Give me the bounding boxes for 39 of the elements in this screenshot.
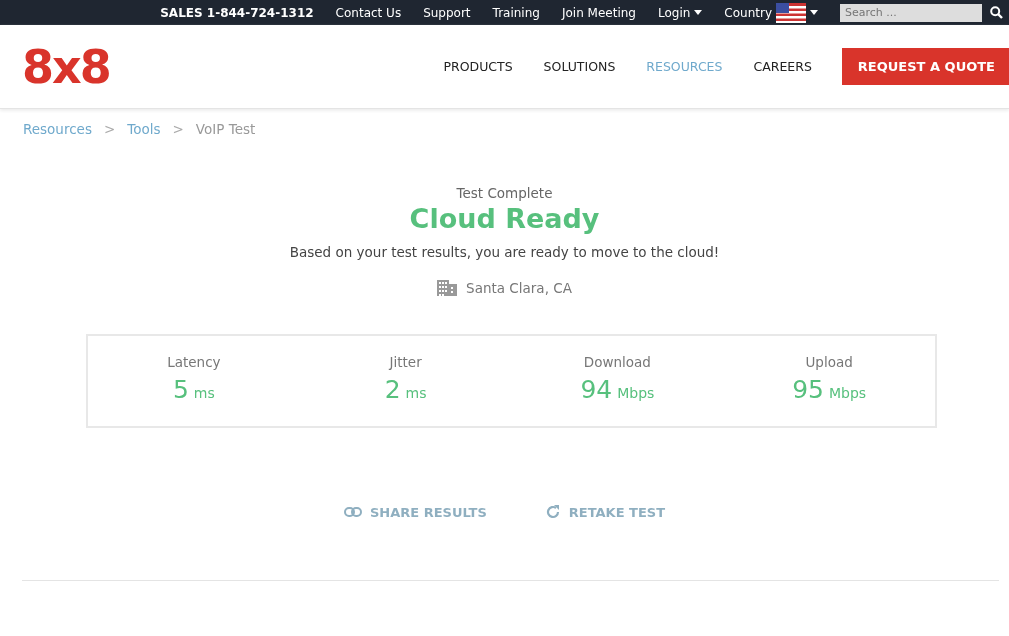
metric-unit: Mbps bbox=[617, 385, 655, 401]
building-icon bbox=[437, 280, 458, 296]
search-field[interactable]: Search ... bbox=[840, 3, 982, 22]
top-link[interactable]: Login bbox=[657, 5, 703, 20]
current-page-title: VoIP Test bbox=[195, 121, 256, 137]
request-quote-button[interactable]: REQUEST A QUOTE bbox=[841, 48, 1009, 85]
metric-value: 2 bbox=[384, 375, 401, 404]
logo[interactable]: 8x8 bbox=[22, 39, 110, 94]
top-link[interactable]: Contact Us bbox=[335, 5, 402, 20]
flag-icon bbox=[776, 2, 806, 23]
metric-unit: ms bbox=[193, 385, 215, 401]
metric-value: 5 bbox=[172, 375, 189, 404]
metric-unit: ms bbox=[405, 385, 427, 401]
metric-label: Latency bbox=[167, 354, 221, 370]
breadcrumb-separator: > bbox=[103, 121, 116, 137]
top-link[interactable]: Training bbox=[492, 5, 540, 20]
sales-phone: SALES 1-844-724-1312 bbox=[160, 5, 314, 20]
caret-icon bbox=[810, 10, 818, 15]
search-icon[interactable] bbox=[990, 6, 1003, 19]
nav-link[interactable]: SOLUTIONS bbox=[543, 59, 616, 74]
caret-icon bbox=[694, 10, 703, 15]
top-link[interactable]: Join Meeting bbox=[561, 5, 636, 20]
nav-link[interactable]: PRODUCTS bbox=[443, 59, 513, 74]
metric-unit: Mbps bbox=[828, 385, 867, 401]
country-selector[interactable]: Country bbox=[724, 2, 818, 23]
metric-label: Download bbox=[583, 354, 651, 370]
breadcrumb-separator: > bbox=[172, 121, 184, 137]
result-headline: Cloud Ready bbox=[409, 203, 600, 234]
status-label: Test Complete bbox=[456, 185, 553, 201]
metric-label: Upload bbox=[805, 354, 853, 370]
metric-value: 95 bbox=[792, 375, 824, 404]
refresh-icon bbox=[544, 504, 561, 520]
top-link[interactable]: Support bbox=[423, 5, 471, 20]
location-text: Santa Clara, CA bbox=[466, 280, 572, 296]
nav-link[interactable]: CAREERS bbox=[753, 59, 812, 74]
metric-label: Jitter bbox=[389, 354, 422, 370]
result-message: Based on your test results, you are ready to move to the cloud! bbox=[289, 244, 720, 260]
metric-value: 94 bbox=[580, 375, 613, 404]
link-icon bbox=[343, 507, 362, 517]
